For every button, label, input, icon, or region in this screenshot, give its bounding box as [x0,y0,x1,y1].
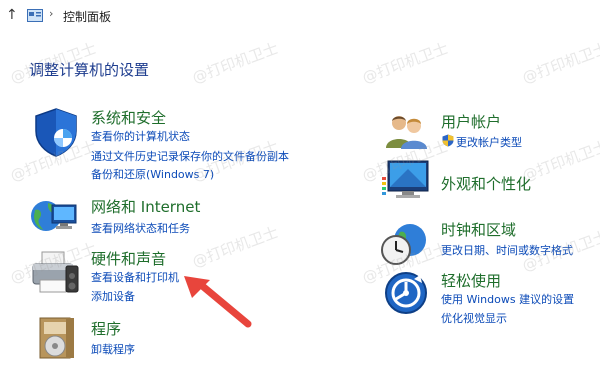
watermark: @打印机卫士 [189,39,281,87]
control-panel-icon [27,9,43,22]
annotation-arrow-icon [184,276,252,328]
category-clock-region-title[interactable]: 时钟和区域 [441,219,516,240]
breadcrumb[interactable]: 控制面板 [63,8,111,25]
ease-of-access-icon [385,272,427,314]
view-devices-printers-link[interactable]: 查看设备和打印机 [91,269,179,285]
category-system-security-title[interactable]: 系统和安全 [91,107,166,128]
breadcrumb-separator-icon: › [49,7,54,20]
users-icon [386,116,427,149]
watermark: @打印机卫士 [519,39,600,87]
uac-shield-icon [442,134,454,147]
programs-icon [39,317,74,359]
up-arrow-button[interactable]: ↑ [6,7,18,23]
watermark: @打印机卫士 [189,223,281,271]
backup-restore-link[interactable]: 备份和还原(Windows 7) [91,166,214,182]
category-user-accounts-title[interactable]: 用户帐户 [441,111,501,132]
network-icon [31,201,77,231]
shield-icon [35,108,77,157]
category-network-internet-title[interactable]: 网络和 Internet [91,196,200,217]
category-ease-of-access-title[interactable]: 轻松使用 [441,270,501,291]
view-network-status-link[interactable]: 查看网络状态和任务 [91,220,190,236]
address-bar: ↑ › 控制面板 [0,0,600,32]
add-device-link[interactable]: 添加设备 [91,288,135,304]
change-date-time-format-link[interactable]: 更改日期、时间或数字格式 [441,242,573,258]
watermark: @打印机卫士 [359,39,451,87]
category-appearance-personalization-title[interactable]: 外观和个性化 [441,173,531,194]
optimize-visual-display-link[interactable]: 优化视觉显示 [441,310,507,326]
monitor-icon [382,160,429,198]
clock-globe-icon [381,224,426,265]
change-account-type-link[interactable]: 更改帐户类型 [456,134,522,150]
watermark: @打印机卫士 [519,137,600,185]
view-computer-status-link[interactable]: 查看你的计算机状态 [91,128,190,144]
category-programs-title[interactable]: 程序 [91,318,121,339]
file-history-link[interactable]: 通过文件历史记录保存你的文件备份副本 [91,148,289,164]
category-hardware-sound-title[interactable]: 硬件和声音 [91,248,166,269]
printer-icon [32,251,79,293]
recommended-settings-link[interactable]: 使用 Windows 建议的设置 [441,291,574,307]
page-title: 调整计算机的设置 [29,61,150,79]
uninstall-program-link[interactable]: 卸载程序 [91,341,135,357]
